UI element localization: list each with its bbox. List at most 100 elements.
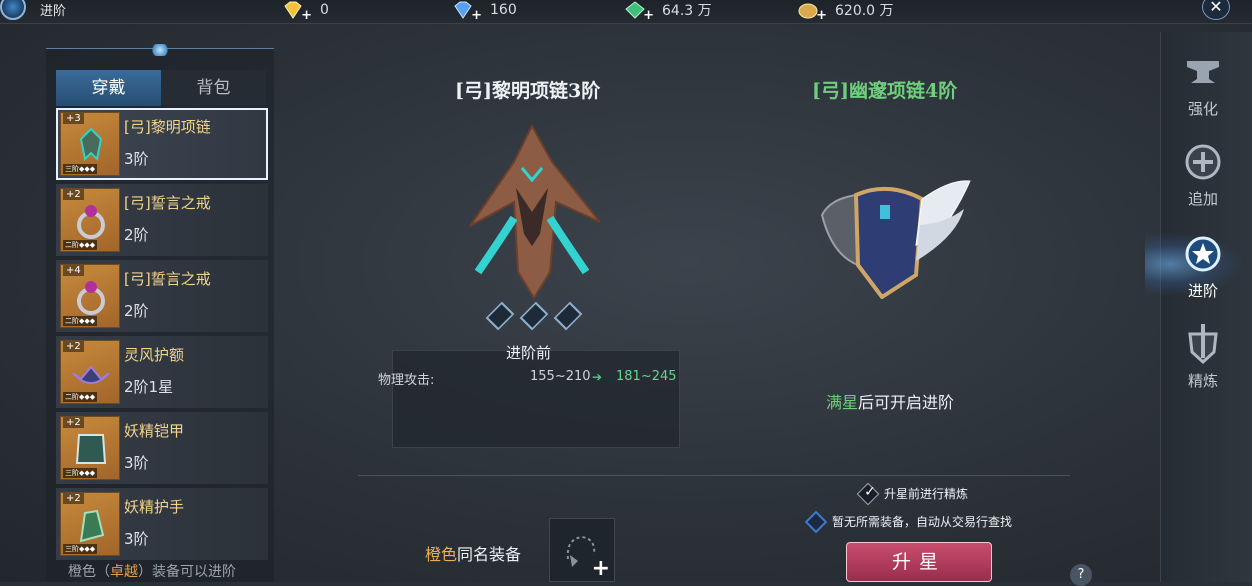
- circlet-icon: +2 二阶◆◆◆: [60, 340, 120, 404]
- sidebar-item-label: 精炼: [1187, 372, 1218, 390]
- page-title: 进阶: [40, 4, 67, 19]
- ring-icon: +4 二阶◆◆◆: [60, 264, 120, 328]
- stage-stars: 二阶◆◆◆: [63, 316, 98, 326]
- stat-panel: [392, 350, 680, 448]
- list-item[interactable]: +2 二阶◆◆◆ [弓]誓言之戒 2阶: [56, 184, 268, 256]
- option-label: 暂无所需装备，自动从交易行查找: [832, 515, 1013, 529]
- item-stage: 2阶1星: [124, 378, 174, 396]
- currency-value: 620.0 万: [835, 3, 894, 19]
- item-stage: 3阶: [124, 454, 149, 472]
- checkbox-checked-icon[interactable]: ✓: [856, 482, 880, 505]
- sidebar-item-append[interactable]: 追加: [1170, 142, 1236, 209]
- currency-gold-diamond[interactable]: + 0: [282, 0, 329, 23]
- max-star-highlight: 满星: [826, 393, 859, 412]
- current-necklace-icon: [469, 123, 601, 300]
- necklace-icon: +3 三阶◆◆◆: [60, 112, 120, 176]
- item-name: [弓]黎明项链: [124, 118, 211, 136]
- sidebar-item-enhance[interactable]: 强化: [1170, 52, 1236, 119]
- hint-suffix: ）装备可以进阶: [138, 564, 236, 580]
- stage-stars: 三阶◆◆◆: [63, 164, 98, 174]
- max-star-rest: 后可开启进阶: [858, 393, 955, 412]
- next-item-title: [弓]幽邃项链4阶: [812, 80, 958, 102]
- before-advance-label: 进阶前: [506, 344, 552, 362]
- stage-stars: 二阶◆◆◆: [63, 392, 98, 402]
- next-necklace-icon: [820, 180, 971, 299]
- item-name: 妖精铠甲: [124, 422, 185, 440]
- sidebar-item-label: 进阶: [1187, 282, 1218, 300]
- equipment-list: +3 三阶◆◆◆ [弓]黎明项链 3阶 +2 二阶◆◆◆ [弓]誓言之戒 2阶 …: [56, 108, 268, 564]
- list-item[interactable]: +4 二阶◆◆◆ [弓]誓言之戒 2阶: [56, 260, 268, 332]
- gold-diamond-icon: +: [282, 1, 312, 23]
- stage-stars: 三阶◆◆◆: [63, 468, 98, 478]
- add-material-icon: +: [591, 556, 610, 581]
- list-item[interactable]: +2 二阶◆◆◆ 灵风护额 2阶1星: [56, 336, 268, 408]
- blue-diamond-icon: +: [452, 1, 482, 23]
- material-rest: 同名装备: [457, 545, 522, 564]
- enhance-level: +3: [63, 113, 84, 124]
- star-diamond-icon: [519, 301, 549, 331]
- item-stage: 3阶: [124, 150, 149, 168]
- list-item[interactable]: +3 三阶◆◆◆ [弓]黎明项链 3阶: [56, 108, 268, 180]
- item-name: 妖精护手: [124, 498, 185, 516]
- item-stage: 2阶: [124, 302, 149, 320]
- star-diamond-icon: [485, 301, 515, 331]
- green-gem-icon: +: [624, 1, 654, 23]
- panel-ornament-icon: [150, 44, 170, 56]
- help-button[interactable]: ?: [1070, 564, 1092, 586]
- sidebar-item-label: 追加: [1187, 190, 1218, 208]
- option-auto-search[interactable]: 暂无所需装备，自动从交易行查找: [804, 510, 1013, 533]
- material-highlight: 橙色: [425, 545, 458, 564]
- currency-value: 160: [490, 2, 517, 18]
- close-button[interactable]: ✕: [1202, 0, 1230, 20]
- currency-value: 0: [320, 2, 329, 18]
- list-item[interactable]: +2 三阶◆◆◆ 妖精护手 3阶: [56, 488, 268, 560]
- shield-plus-icon: [1183, 142, 1223, 182]
- equipment-tabs: 穿戴 背包: [56, 70, 266, 106]
- sidebar-item-label: 强化: [1187, 100, 1218, 118]
- tab-equipped[interactable]: 穿戴: [56, 70, 161, 106]
- stat-new-value: 181~245: [616, 369, 677, 384]
- max-star-hint: 满星后可开启进阶: [826, 389, 954, 413]
- hint-highlight: 卓越: [110, 564, 138, 580]
- item-name: 灵风护额: [124, 346, 185, 364]
- item-stage: 2阶: [124, 226, 149, 244]
- currency-value: 64.3 万: [662, 3, 712, 19]
- currency-gold-coin[interactable]: + 620.0 万: [797, 0, 894, 23]
- option-label: 升星前进行精炼: [884, 487, 969, 501]
- armor-icon: +2 三阶◆◆◆: [60, 416, 120, 480]
- sidebar-item-advance[interactable]: 进阶: [1170, 234, 1236, 301]
- star-up-button[interactable]: 升星: [846, 542, 992, 582]
- divider: [358, 475, 1070, 476]
- sidebar-item-refine[interactable]: 精炼: [1170, 324, 1236, 391]
- advance-rule-hint: 橙色（卓越）装备可以进阶: [68, 561, 236, 581]
- material-slot[interactable]: +: [549, 518, 615, 582]
- anvil-icon: [1183, 52, 1223, 92]
- sword-shield-icon: [1183, 324, 1223, 364]
- option-refine-before-star[interactable]: ✓ 升星前进行精炼: [856, 482, 969, 505]
- ring-icon: +2 二阶◆◆◆: [60, 188, 120, 252]
- enhance-level: +2: [63, 189, 84, 200]
- gold-coin-icon: +: [797, 1, 827, 23]
- hint-prefix: 橙色（: [68, 564, 110, 580]
- stat-name: 物理攻击:: [378, 373, 435, 388]
- list-item[interactable]: +2 三阶◆◆◆ 妖精铠甲 3阶: [56, 412, 268, 484]
- stage-stars: 三阶◆◆◆: [63, 544, 98, 554]
- star-diamond-icon: [553, 301, 583, 331]
- item-name: [弓]誓言之戒: [124, 270, 211, 288]
- enhance-level: +4: [63, 265, 84, 276]
- stat-old-value: 155~210: [530, 369, 591, 384]
- currency-blue-diamond[interactable]: + 160: [452, 0, 517, 23]
- enhance-level: +2: [63, 417, 84, 428]
- enhance-level: +2: [63, 341, 84, 352]
- top-bar: 进阶 + 0 + 160 + 64.3 万 + 620.0 万 ✕: [0, 0, 1252, 24]
- star-emblem-icon: [1183, 234, 1223, 274]
- gauntlet-icon: +2 三阶◆◆◆: [60, 492, 120, 556]
- title-emblem-icon: [0, 0, 26, 20]
- tab-backpack[interactable]: 背包: [161, 70, 266, 106]
- material-label: 橙色同名装备: [425, 541, 521, 565]
- item-name: [弓]誓言之戒: [124, 194, 211, 212]
- enhance-level: +2: [63, 493, 84, 504]
- currency-green-gem[interactable]: + 64.3 万: [624, 0, 712, 23]
- star-rating: [485, 301, 583, 331]
- checkbox-icon[interactable]: [804, 510, 828, 533]
